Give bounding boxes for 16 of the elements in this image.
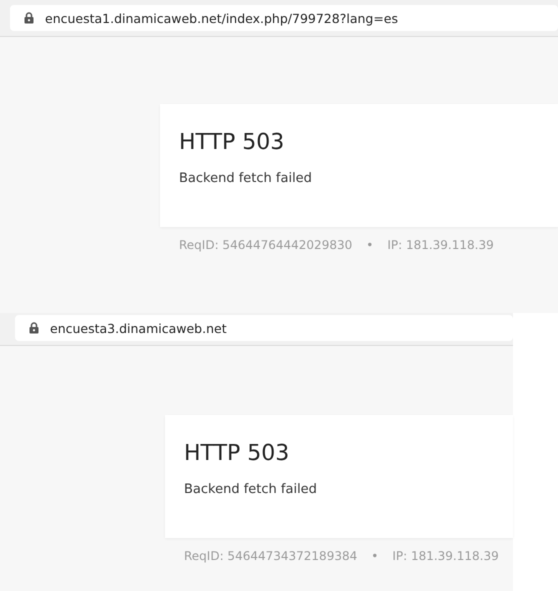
error-title: HTTP 503: [179, 130, 286, 155]
lock-icon: [29, 322, 39, 334]
lock-icon: [24, 12, 34, 24]
address-bar[interactable]: encuesta1.dinamicaweb.net/index.php/799728?lang=es: [10, 5, 558, 31]
request-id: ReqID: 54644764442029830: [179, 238, 352, 252]
ip-address: IP: 181.39.118.39: [387, 238, 494, 252]
url-text: encuesta1.dinamicaweb.net/index.php/799728?lang=es: [45, 10, 398, 26]
separator: •: [366, 238, 374, 252]
ip-address: IP: 181.39.118.39: [392, 549, 499, 563]
separator: •: [371, 549, 378, 563]
address-bar[interactable]: encuesta3.dinamicaweb.net: [15, 315, 513, 341]
error-title: HTTP 503: [184, 441, 290, 466]
error-message: Backend fetch failed: [184, 482, 318, 497]
error-message: Backend fetch failed: [179, 171, 313, 186]
url-text: encuesta3.dinamicaweb.net: [50, 320, 227, 336]
request-id: ReqID: 54644734372189384: [184, 549, 358, 563]
